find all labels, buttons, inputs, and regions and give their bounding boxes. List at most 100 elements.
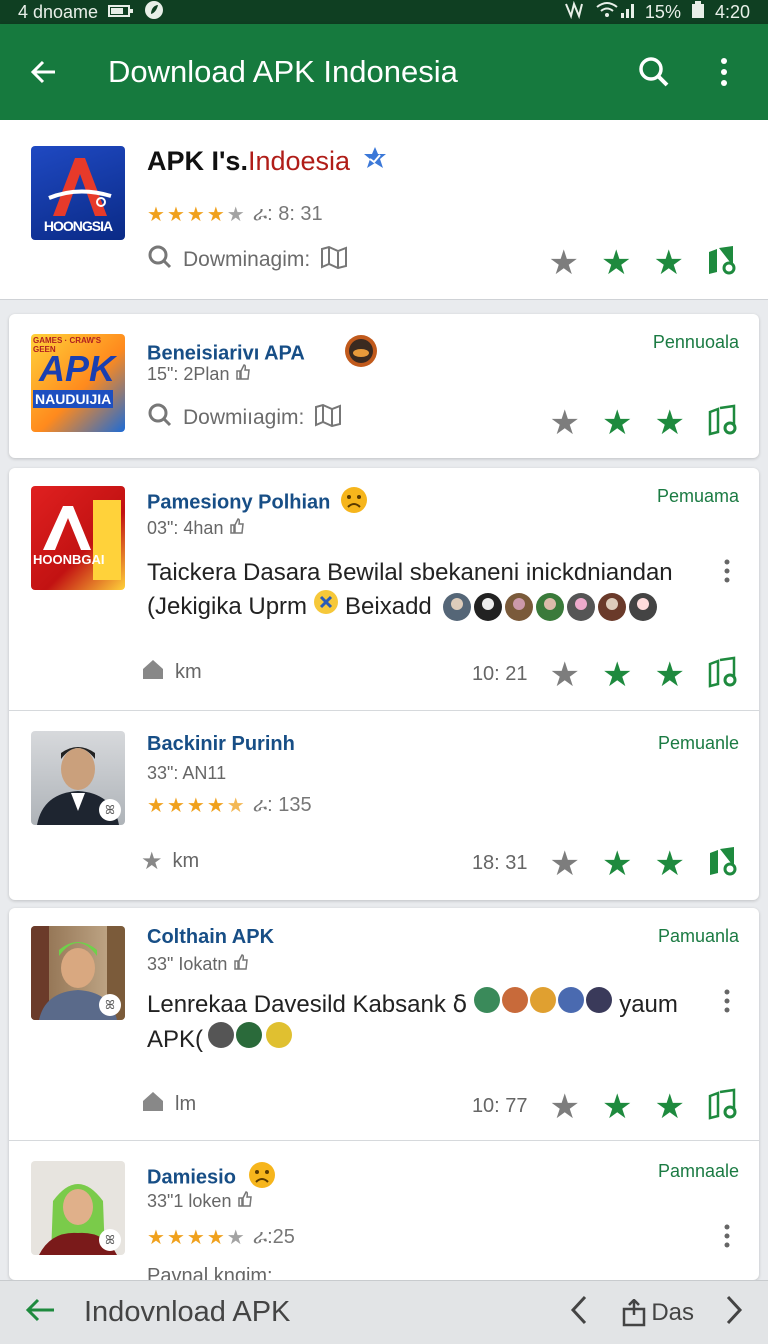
search-icon[interactable] bbox=[634, 52, 674, 92]
card-meta: 15": 2Plan bbox=[147, 364, 251, 385]
verified-badge-icon bbox=[362, 146, 388, 179]
nfc-icon bbox=[563, 0, 585, 24]
star-full-icon: ★ bbox=[166, 795, 185, 817]
card-meta: 33": AN11 bbox=[147, 763, 227, 783]
app-avatar-icon bbox=[344, 334, 378, 374]
rate-star-icon[interactable]: ★ bbox=[655, 847, 685, 881]
rate-star-icon[interactable]: ★ bbox=[654, 246, 684, 280]
rate-star-icon[interactable]: ★ bbox=[655, 406, 685, 440]
rate-star-icon[interactable]: ★ bbox=[602, 406, 632, 440]
status-time: 4:20 bbox=[714, 1, 750, 22]
next-chevron-icon[interactable] bbox=[724, 1294, 744, 1331]
search-small-icon bbox=[147, 402, 173, 434]
app-entry[interactable]: ꕤ Colthain APK 33" Iokatn Pamuanla Lenre… bbox=[9, 908, 759, 1140]
more-options-icon[interactable] bbox=[717, 1221, 737, 1251]
rate-star-icon[interactable]: ★ bbox=[602, 847, 632, 881]
star-full-icon: ★ bbox=[186, 1227, 205, 1249]
favorite-star-icon[interactable]: ★ bbox=[550, 406, 580, 440]
star-full-icon: ★ bbox=[206, 1227, 225, 1249]
featured-download-row[interactable]: Dowminagim: bbox=[147, 244, 348, 276]
featured-rating-text: ራ: 8: 31 bbox=[252, 203, 323, 225]
back-arrow-icon[interactable] bbox=[24, 1295, 58, 1330]
thumbs-up-icon bbox=[229, 518, 245, 539]
app-entry[interactable]: ꕤ Damiesio 33"1 loken Pamnaale ★ ★ ★ ★ ★… bbox=[9, 1141, 759, 1280]
rate-star-icon[interactable]: ★ bbox=[601, 246, 631, 280]
card-tag: Pemuanle bbox=[657, 733, 739, 753]
share-note-icon[interactable] bbox=[707, 1088, 737, 1125]
card-actions: 10: 21 ★ ★ ★ bbox=[472, 656, 737, 693]
app-card-group: HOONBGAI Pamesiony Polhian 03": 4han Pem… bbox=[9, 468, 759, 900]
overflow-menu-icon[interactable] bbox=[704, 52, 744, 92]
card-actions: 18: 31 ★ ★ ★ bbox=[472, 845, 737, 882]
entry-time: 18: 31 bbox=[471, 852, 528, 874]
avatar-badge-icon: ꕤ bbox=[99, 1229, 121, 1251]
card-title: Pamesiony Polhian bbox=[147, 486, 368, 520]
participant-avatars bbox=[207, 1021, 299, 1058]
home-row: km bbox=[141, 658, 202, 686]
close-badge-icon bbox=[313, 589, 339, 624]
rate-star-icon[interactable]: ★ bbox=[655, 658, 685, 692]
previous-chevron-icon[interactable] bbox=[569, 1294, 589, 1331]
star-full-icon: ★ bbox=[166, 204, 185, 226]
card-meta: 03": 4han bbox=[147, 518, 245, 539]
app-entry[interactable]: ꕤ Backinir Purinh 33": AN11 Pemuanle ★ ★… bbox=[9, 711, 759, 900]
card-download-label: Dowmiıagim: bbox=[183, 406, 305, 429]
star-full-icon: ★ bbox=[206, 204, 225, 226]
star-full-icon: ★ bbox=[147, 795, 165, 817]
favorite-star-icon[interactable]: ★ bbox=[550, 658, 580, 692]
card-title: Colthain APK bbox=[147, 926, 275, 948]
rate-star-icon[interactable]: ★ bbox=[655, 1090, 685, 1124]
card-meta-text: 15": 2Plan bbox=[147, 364, 230, 384]
star-full-icon: ★ bbox=[186, 795, 205, 817]
wifi-icon bbox=[595, 1, 635, 24]
card-body-line2: (Jekigika Uprm Beixadd bbox=[147, 589, 658, 624]
rate-star-icon[interactable]: ★ bbox=[602, 658, 632, 692]
share-note-icon[interactable] bbox=[707, 845, 737, 882]
profile-photo: ꕤ bbox=[31, 1161, 125, 1255]
featured-app-logo: HOONGSIA bbox=[31, 146, 125, 240]
share-page-button[interactable]: Das bbox=[621, 1298, 694, 1327]
status-bar: 4 dnoame 15% 4:20 bbox=[0, 0, 768, 24]
share-note-icon[interactable] bbox=[706, 244, 736, 281]
star-half-icon: ★ bbox=[226, 795, 245, 817]
app-bar-title: Download APK Indonesia bbox=[108, 54, 458, 89]
more-options-icon[interactable] bbox=[717, 986, 737, 1016]
entry-time: 10: 77 bbox=[471, 1095, 528, 1117]
card-tag: Pamuanla bbox=[657, 926, 739, 946]
share-note-icon[interactable] bbox=[707, 404, 737, 441]
favorite-star-icon[interactable]: ★ bbox=[550, 1090, 580, 1124]
card-meta-text: 33" Iokatn bbox=[147, 954, 228, 974]
profile-photo: ꕤ bbox=[31, 926, 125, 1020]
app-card[interactable]: GAMES · CRAW'S GEEN APK NAUDUIJIA Beneis… bbox=[9, 314, 759, 458]
body-line1-b: yaum bbox=[619, 991, 678, 1018]
search-small-icon bbox=[147, 244, 173, 276]
body-line2-a: APK( bbox=[147, 1026, 204, 1053]
card-download-row[interactable]: Dowmiıagim: bbox=[147, 402, 342, 434]
star-full-icon: ★ bbox=[206, 795, 225, 817]
rate-star-icon[interactable]: ★ bbox=[602, 1090, 632, 1124]
body-line2-b: Beixadd bbox=[345, 593, 432, 620]
more-options-icon[interactable] bbox=[717, 556, 737, 586]
back-arrow-icon[interactable] bbox=[24, 52, 64, 92]
favorite-star-icon[interactable]: ★ bbox=[550, 847, 580, 881]
star-full-icon: ★ bbox=[166, 1227, 185, 1249]
star-empty-icon: ★ bbox=[226, 1227, 245, 1249]
card-tag: Pennuoala bbox=[652, 332, 739, 352]
body-line1-a: Lenrekaa Davesild Kabsank ẟ bbox=[147, 991, 468, 1018]
featured-rating: ★ ★ ★ ★ ★ ራ: 8: 31 bbox=[147, 202, 323, 227]
favorite-star-icon[interactable]: ★ bbox=[549, 246, 579, 280]
share-note-icon[interactable] bbox=[707, 656, 737, 693]
featured-app-title: APK I's.Indoesia bbox=[147, 146, 388, 179]
battery-icon bbox=[691, 0, 705, 24]
card-meta: 33" Iokatn bbox=[147, 954, 249, 975]
featured-app[interactable]: HOONGSIA APK I's.Indoesia ★ ★ ★ ★ ★ ራ: 8… bbox=[0, 120, 768, 300]
entry-rating: ★ ★ ★ ★ ★ ራ:25 bbox=[147, 1225, 295, 1250]
card-thumbnail: GAMES · CRAW'S GEEN APK NAUDUIJIA bbox=[31, 334, 125, 432]
app-notification-icon bbox=[144, 0, 164, 25]
card-title: Backinir Purinh bbox=[147, 733, 295, 755]
card-title-text: Beneisiarivı APA bbox=[147, 342, 305, 365]
app-entry[interactable]: HOONBGAI Pamesiony Polhian 03": 4han Pem… bbox=[9, 468, 759, 710]
featured-logo-text: HOONGSIA bbox=[43, 218, 113, 234]
star-full-icon: ★ bbox=[147, 204, 165, 226]
page-label: Das bbox=[651, 1298, 694, 1326]
